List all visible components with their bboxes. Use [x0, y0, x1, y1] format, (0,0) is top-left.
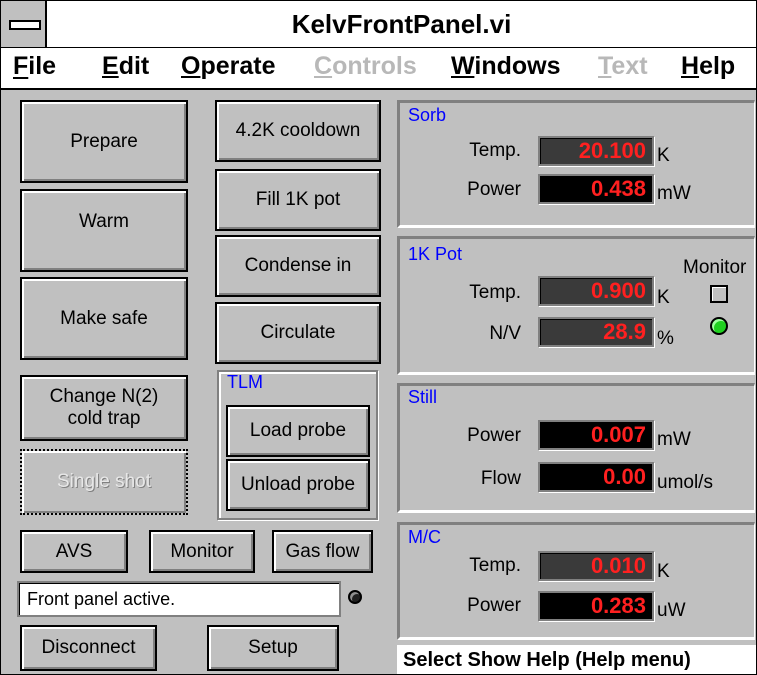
avs-button[interactable]: AVS [20, 530, 128, 573]
system-menu-button[interactable] [1, 1, 47, 47]
menu-controls[interactable]: Controls [314, 52, 417, 81]
pot-label: 1K Pot [408, 244, 463, 264]
still-label: Still [408, 387, 438, 407]
mc-power-display: 0.283 [538, 591, 654, 621]
fill-1k-pot-button[interactable]: Fill 1K pot [215, 169, 381, 231]
disconnect-button[interactable]: Disconnect [20, 625, 157, 671]
monitor-checkbox[interactable] [710, 285, 728, 303]
still-flow-unit: umol/s [657, 472, 713, 493]
still-flow-display: 0.00 [538, 462, 654, 492]
menu-windows[interactable]: Windows [451, 52, 561, 81]
mc-temp-label: Temp. [469, 555, 521, 576]
pot-temp-label: Temp. [469, 282, 521, 303]
sorb-power-display: 0.438 [538, 174, 654, 204]
menu-edit[interactable]: Edit [102, 52, 149, 81]
monitor-led [710, 317, 728, 335]
unload-probe-button[interactable]: Unload probe [226, 459, 370, 511]
mc-power-unit: uW [657, 600, 686, 621]
monitor-button[interactable]: Monitor [149, 530, 255, 573]
make-safe-button[interactable]: Make safe [20, 277, 188, 360]
labview-window: KelvFrontPanel.vi File Edit Operate Cont… [0, 0, 757, 675]
setup-button[interactable]: Setup [207, 625, 339, 671]
monitor-checkbox-label: Monitor [683, 257, 747, 278]
pot-nv-label: N/V [489, 323, 521, 344]
change-n2-cold-trap-button[interactable]: Change N(2) cold trap [20, 375, 188, 441]
load-probe-button[interactable]: Load probe [226, 405, 370, 457]
sorb-power-unit: mW [657, 183, 691, 204]
sorb-temp-unit: K [657, 145, 670, 166]
change-n2-line1: Change N(2) [49, 386, 159, 408]
pot-temp-display: 0.900 [538, 276, 654, 306]
still-power-display: 0.007 [538, 420, 654, 450]
menu-file[interactable]: File [13, 52, 56, 81]
system-menu-icon [9, 20, 41, 30]
still-power-label: Power [467, 425, 521, 446]
help-hint-bar: Select Show Help (Help menu) [397, 645, 756, 674]
sorb-label: Sorb [408, 105, 447, 125]
warm-button[interactable]: Warm [20, 189, 188, 272]
mc-label: M/C [408, 527, 441, 547]
still-flow-label: Flow [480, 468, 521, 489]
menu-operate[interactable]: Operate [181, 52, 276, 81]
menu-help[interactable]: Help [681, 52, 735, 81]
prepare-button[interactable]: Prepare [20, 100, 188, 183]
single-shot-button[interactable]: Single shot [20, 449, 188, 515]
pot-nv-display: 28.9 [538, 317, 654, 347]
tlm-label: TLM [227, 372, 263, 392]
mc-panel [397, 522, 755, 640]
sorb-power-label: Power [467, 179, 521, 200]
sorb-temp-label: Temp. [469, 140, 521, 161]
menu-bar: File Edit Operate Controls Windows Text … [1, 48, 756, 90]
status-field: Front panel active. [17, 581, 341, 617]
still-power-unit: mW [657, 429, 691, 450]
mc-temp-unit: K [657, 561, 670, 582]
sorb-temp-display: 20.100 [538, 136, 654, 166]
change-n2-line2: cold trap [67, 408, 141, 429]
gas-flow-button[interactable]: Gas flow [272, 530, 373, 573]
title-bar: KelvFrontPanel.vi [1, 1, 756, 48]
condense-in-button[interactable]: Condense in [215, 235, 381, 297]
mc-power-label: Power [467, 595, 521, 616]
menu-text[interactable]: Text [598, 52, 648, 81]
pot-nv-unit: % [657, 328, 674, 349]
circulate-button[interactable]: Circulate [215, 302, 381, 364]
cooldown-4-2k-button[interactable]: 4.2K cooldown [215, 100, 381, 162]
window-title: KelvFrontPanel.vi [291, 9, 512, 39]
pot-temp-unit: K [657, 287, 670, 308]
mc-temp-display: 0.010 [538, 551, 654, 581]
status-indicator [348, 590, 362, 604]
